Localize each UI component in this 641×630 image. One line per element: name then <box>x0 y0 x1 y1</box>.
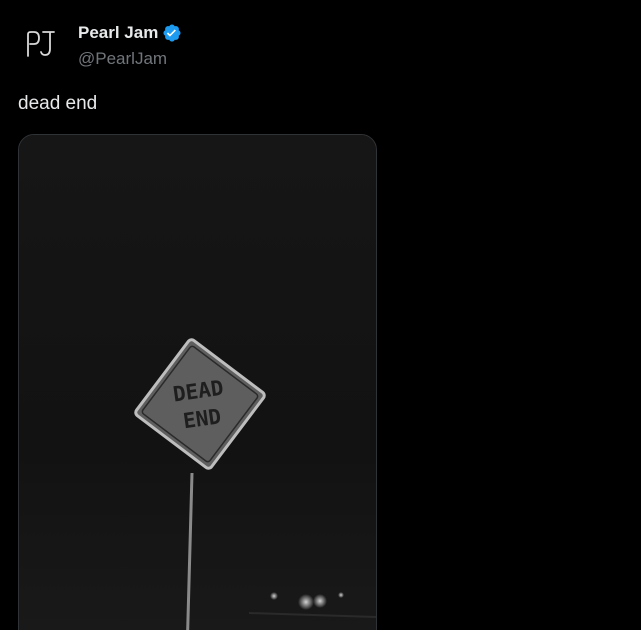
tweet-text: dead end <box>18 93 98 114</box>
name-row: Pearl Jam <box>78 23 182 43</box>
author-handle[interactable]: @PearlJam <box>78 49 182 69</box>
tweet-header: Pearl Jam @PearlJam <box>18 20 182 69</box>
dead-end-sign-photo: DEAD END <box>19 135 376 630</box>
author-info: Pearl Jam @PearlJam <box>78 23 182 69</box>
author-display-name[interactable]: Pearl Jam <box>78 23 158 43</box>
verified-badge-icon[interactable] <box>162 23 182 43</box>
tweet: Pearl Jam @PearlJam dead end DEAD END <box>0 0 641 630</box>
tweet-media-photo[interactable]: DEAD END <box>18 134 377 630</box>
avatar[interactable] <box>18 20 66 68</box>
pj-monogram-logo-icon <box>27 31 55 57</box>
